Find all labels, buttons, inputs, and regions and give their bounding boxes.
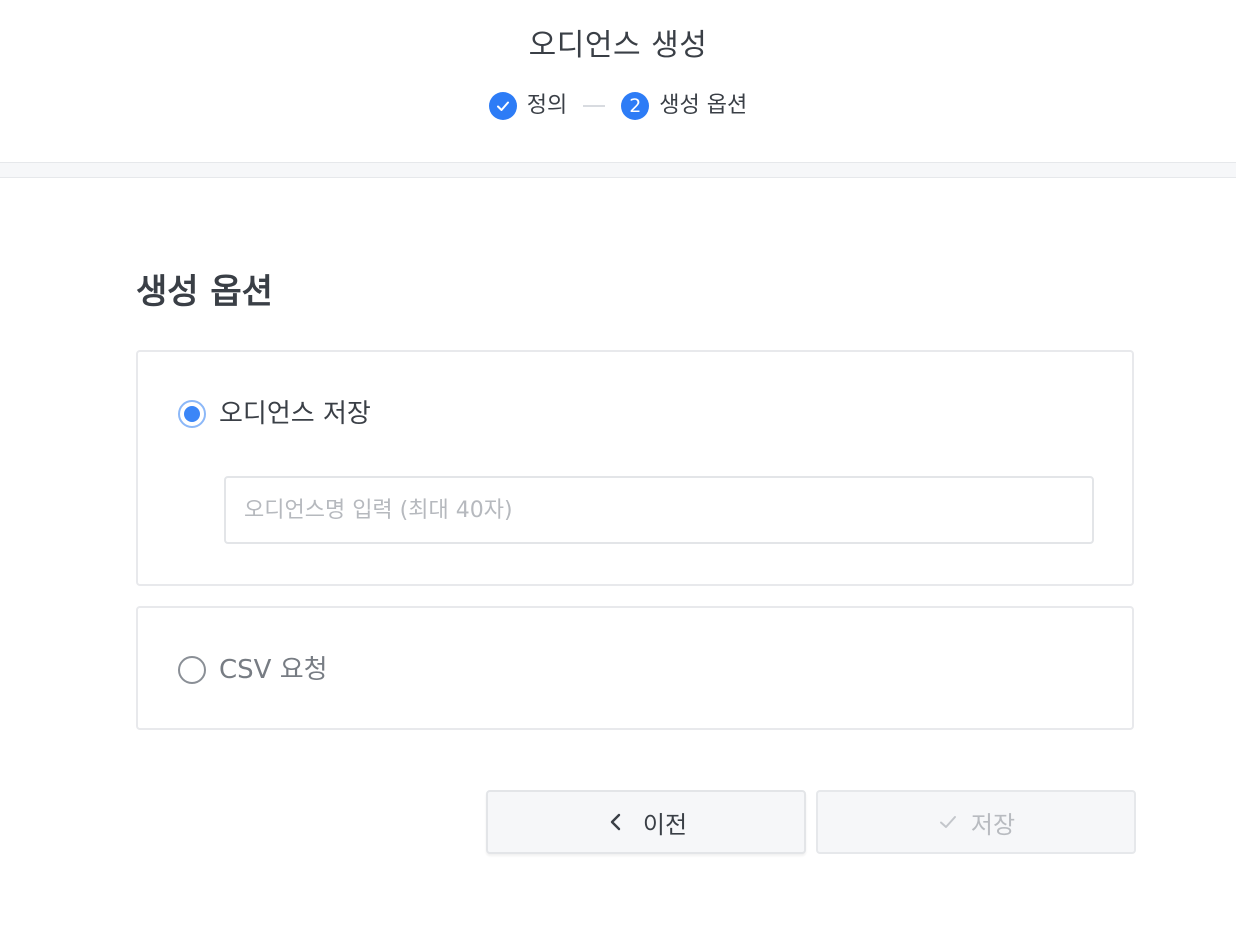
radio-label-csv-request[interactable]: CSV 요청 <box>219 652 328 688</box>
previous-button[interactable]: 이전 <box>486 790 806 854</box>
step-completed-check-icon <box>488 92 517 120</box>
header: 오디언스 생성 정의 2 생성 옵션 <box>0 0 1236 162</box>
radio-row-csv-request[interactable]: CSV 요청 <box>178 652 328 688</box>
radio-selected-dot <box>184 406 200 422</box>
option-card-csv-request[interactable]: CSV 요청 <box>136 606 1134 730</box>
save-button-label: 저장 <box>970 810 1016 839</box>
header-divider <box>0 162 1236 178</box>
section-title: 생성 옵션 <box>136 272 273 312</box>
radio-save-audience[interactable] <box>178 400 206 428</box>
chevron-left-icon <box>605 811 627 833</box>
option-card-save-audience[interactable]: 오디언스 저장 <box>136 350 1134 586</box>
step-label-definition: 정의 <box>526 93 568 118</box>
radio-row-save-audience[interactable]: 오디언스 저장 <box>178 396 371 432</box>
step-number-badge: 2 <box>621 92 650 120</box>
page-title: 오디언스 생성 <box>528 28 708 63</box>
step-label-creation-options: 생성 옵션 <box>659 93 748 118</box>
step-definition: 정의 <box>488 90 568 122</box>
stepper: 정의 2 생성 옵션 <box>0 90 1236 122</box>
save-button[interactable]: 저장 <box>816 790 1136 854</box>
previous-button-label: 이전 <box>642 810 688 839</box>
radio-csv-request[interactable] <box>178 656 206 684</box>
step-divider <box>583 105 606 107</box>
check-icon <box>937 811 959 833</box>
step-creation-options: 2 생성 옵션 <box>621 90 747 122</box>
audience-name-input[interactable] <box>224 476 1094 544</box>
radio-label-save-audience[interactable]: 오디언스 저장 <box>219 396 371 432</box>
